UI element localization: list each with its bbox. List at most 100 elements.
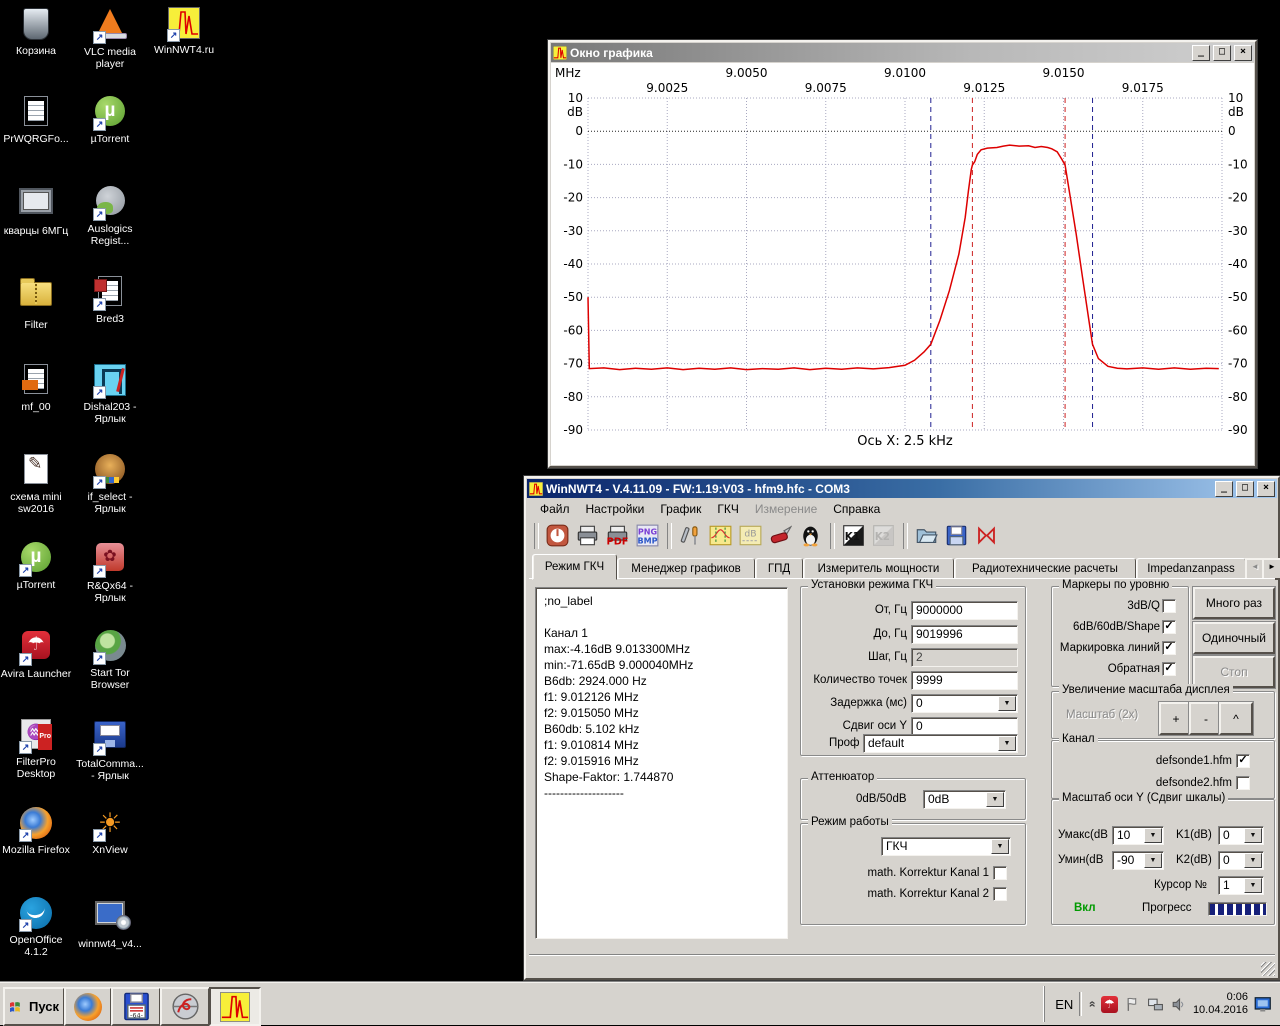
measurement-info-panel[interactable]: ;no_label Канал 1 max:-4.16dB 9.013300MH… xyxy=(535,587,788,939)
collapse-chevron-icon[interactable]: » xyxy=(1085,1001,1099,1008)
network-icon[interactable] xyxy=(1147,996,1164,1013)
linux-tux-button[interactable] xyxy=(796,522,824,550)
sweep-to-input[interactable]: 9019996 xyxy=(911,625,1018,644)
desktop-icon-openoffice[interactable]: ↗OpenOffice 4.1.2 xyxy=(0,896,72,958)
desktop-icon-totalcmd[interactable]: ↗TotalComma... - Ярлык xyxy=(74,716,146,782)
desktop-icon-avira[interactable]: ☂↗Avira Launcher xyxy=(0,628,72,680)
dropdown-arrow-icon[interactable]: ▼ xyxy=(1244,853,1262,868)
marker-6db-60db-checkbox[interactable]: ✓ xyxy=(1162,620,1176,634)
taskbar-winnwt-button[interactable] xyxy=(209,987,261,1026)
action-center-flag-icon[interactable] xyxy=(1124,996,1141,1013)
minimize-button[interactable]: _ xyxy=(1215,481,1233,497)
channel2-button[interactable]: K2 xyxy=(869,522,897,550)
attenuator-select[interactable]: 0dB▼ xyxy=(923,790,1006,809)
volume-icon[interactable] xyxy=(1170,996,1187,1013)
desktop-icon-bred3[interactable]: ↗Bred3 xyxy=(74,274,146,325)
save-file-button[interactable] xyxy=(942,522,970,550)
marker-lines-checkbox[interactable]: ✓ xyxy=(1162,641,1176,655)
avira-tray-icon[interactable]: ☂ xyxy=(1101,996,1118,1013)
ymax-select[interactable]: 10▼ xyxy=(1112,826,1164,845)
export-image-button[interactable]: PNGBMP xyxy=(633,522,661,550)
desktop-icon-firefox[interactable]: ↗Mozilla Firefox xyxy=(0,806,72,856)
cursor-select[interactable]: 1▼ xyxy=(1218,876,1264,895)
dropdown-arrow-icon[interactable]: ▼ xyxy=(1244,878,1262,893)
resize-grip[interactable] xyxy=(1261,962,1275,976)
taskbar-smithchart-button[interactable] xyxy=(160,987,210,1026)
desktop-icon-rqx64[interactable]: ✿↗R&Qx64 - Ярлык xyxy=(74,540,146,604)
language-indicator[interactable]: EN xyxy=(1055,997,1073,1012)
menu-settings[interactable]: Настройки xyxy=(578,501,653,518)
show-desktop-icon[interactable] xyxy=(1254,994,1274,1014)
desktop-icon-recycle-bin[interactable]: Корзина xyxy=(0,6,72,57)
start-button[interactable]: Пуск xyxy=(3,987,65,1026)
k1-select[interactable]: 0▼ xyxy=(1218,826,1264,845)
span-width-button[interactable] xyxy=(972,522,1000,550)
dropdown-arrow-icon[interactable]: ▼ xyxy=(1244,828,1262,843)
tab-gpd[interactable]: ГПД xyxy=(755,558,803,579)
graph-settings-button[interactable] xyxy=(706,522,734,550)
tools-button[interactable] xyxy=(676,522,704,550)
desktop-icon-auslogics[interactable]: ↗Auslogics Regist... xyxy=(74,184,146,247)
zoom-plus-button[interactable]: + xyxy=(1159,702,1193,735)
k2-select[interactable]: 0▼ xyxy=(1218,851,1264,870)
zoom-minus-button[interactable]: - xyxy=(1189,702,1223,735)
tab-gkch-mode[interactable]: Режим ГКЧ xyxy=(532,554,617,580)
desktop-icon-kvartsy[interactable]: кварцы 6МГц xyxy=(0,184,72,237)
desktop-icon-shema-mini[interactable]: схема mini sw2016 xyxy=(0,452,72,515)
print-button[interactable] xyxy=(573,522,601,550)
taskbar-editor-button[interactable]: -64- xyxy=(111,987,161,1026)
close-button[interactable]: × xyxy=(1234,45,1252,61)
tab-radio-calc[interactable]: Радиотехнические расчеты xyxy=(954,558,1136,579)
open-file-button[interactable] xyxy=(912,522,940,550)
math-korrektur-kanal1-checkbox[interactable] xyxy=(993,866,1007,880)
dropdown-arrow-icon[interactable]: ▼ xyxy=(986,792,1004,807)
maximize-button[interactable]: □ xyxy=(1213,45,1231,61)
run-single-button[interactable]: Одиночный xyxy=(1193,622,1275,654)
desktop-icon-utorrent-1[interactable]: µ↗µTorrent xyxy=(0,540,72,591)
desktop-icon-dishal[interactable]: ↗Dishal203 - Ярлык xyxy=(74,362,146,425)
dropdown-arrow-icon[interactable]: ▼ xyxy=(998,696,1016,711)
maximize-button[interactable]: □ xyxy=(1236,481,1254,497)
main-window-titlebar[interactable]: WinNWT4 - V.4.11.09 - FW:1.19:V03 - hfm9… xyxy=(527,479,1277,498)
defsonde2-checkbox[interactable] xyxy=(1236,776,1250,790)
desktop-icon-winnwt4ru[interactable]: ↗ WinNWT4.ru xyxy=(148,6,220,56)
dropdown-arrow-icon[interactable]: ▼ xyxy=(1144,828,1162,843)
desktop-icon-filter[interactable]: Filter xyxy=(0,274,72,331)
menu-help[interactable]: Справка xyxy=(825,501,888,518)
ymin-select[interactable]: -90▼ xyxy=(1112,851,1164,870)
desktop-icon-mf00[interactable]: mf_00 xyxy=(0,362,72,413)
desktop-icon-ifselect[interactable]: ↗if_select - Ярлык xyxy=(74,452,146,515)
multitool-button[interactable] xyxy=(766,522,794,550)
math-korrektur-kanal2-checkbox[interactable] xyxy=(993,887,1007,901)
tab-power-meter[interactable]: Измеритель мощности xyxy=(803,558,954,579)
dropdown-arrow-icon[interactable]: ▼ xyxy=(998,736,1016,751)
desktop-icon-utorrent-2[interactable]: µ↗µTorrent xyxy=(74,94,146,145)
close-button[interactable]: × xyxy=(1257,481,1275,497)
marker-inverse-checkbox[interactable]: ✓ xyxy=(1162,662,1176,676)
desktop-icon-prwqrgfo[interactable]: PrWQRGFo... xyxy=(0,94,72,145)
dropdown-arrow-icon[interactable]: ▼ xyxy=(991,839,1009,854)
sweep-delay-select[interactable]: 0▼ xyxy=(911,694,1018,713)
run-continuous-button[interactable]: Много раз xyxy=(1193,587,1275,619)
print-pdf-button[interactable]: PDF xyxy=(603,522,631,550)
tab-graph-manager[interactable]: Менеджер графиков xyxy=(617,558,755,579)
profile-select[interactable]: default▼ xyxy=(863,734,1018,753)
sweep-from-input[interactable]: 9000000 xyxy=(911,601,1018,620)
desktop-icon-filterpro[interactable]: ♒↗FilterPro Desktop xyxy=(0,716,72,780)
defsonde1-checkbox[interactable]: ✓ xyxy=(1236,754,1250,768)
menu-gkch[interactable]: ГКЧ xyxy=(709,501,747,518)
menu-file[interactable]: Файл xyxy=(532,501,578,518)
power-button[interactable] xyxy=(543,522,571,550)
desktop-icon-winnwt-installer[interactable]: winnwt4_v4... xyxy=(74,896,146,950)
marker-3db-checkbox[interactable] xyxy=(1162,599,1176,613)
desktop-icon-xnview[interactable]: ☀↗XnView xyxy=(74,806,146,856)
filter-response-plot[interactable]: 1010dBdB00-10-10-20-20-30-30-40-40-50-50… xyxy=(551,63,1250,461)
graph-window-titlebar[interactable]: Окно графика _ □ × xyxy=(551,43,1254,62)
desktop-icon-tor[interactable]: ↗Start Tor Browser xyxy=(74,628,146,691)
sweep-points-input[interactable]: 9999 xyxy=(911,671,1018,690)
mode-select[interactable]: ГКЧ▼ xyxy=(881,837,1011,856)
dropdown-arrow-icon[interactable]: ▼ xyxy=(1144,853,1162,868)
desktop-icon-vlc[interactable]: ↗VLC media player xyxy=(74,6,146,70)
tab-impedance[interactable]: Impedanzanpass xyxy=(1136,558,1246,579)
taskbar-firefox-button[interactable] xyxy=(64,987,112,1026)
